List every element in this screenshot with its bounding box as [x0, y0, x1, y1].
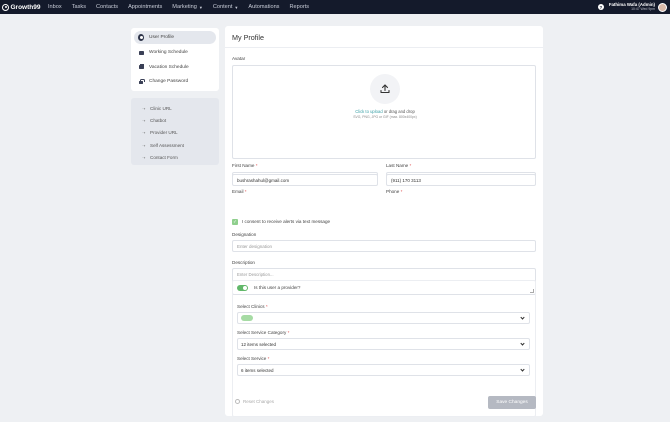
sidebar-item-label: Change Password [149, 79, 189, 85]
calendar-icon [138, 50, 144, 55]
sidebar-item-label: User Profile [149, 35, 175, 40]
user-info[interactable]: Fathima Wafa (Admin) 10:47 Wed 9pm [609, 2, 655, 12]
clinics-select[interactable] [237, 312, 530, 324]
nav-item-reports[interactable]: Reports [289, 4, 309, 10]
service-label: Select Service * [237, 356, 270, 361]
link-icon: ⇢ [142, 142, 146, 148]
sidebar-link-contact-form[interactable]: ⇢ Contact Form [134, 151, 216, 163]
upload-instructions: Click to upload or drag and drop [355, 109, 415, 114]
avatar-upload-dropzone[interactable]: Click to upload or drag and drop SVG, PN… [232, 65, 536, 159]
link-icon: ⇢ [142, 154, 146, 160]
consent-checkbox[interactable]: ✓ [232, 219, 238, 225]
nav-item-automations[interactable]: Automations [248, 4, 279, 10]
divider [225, 47, 543, 48]
nav-item-tasks[interactable]: Tasks [72, 4, 86, 10]
briefcase-icon [138, 63, 145, 70]
chevron-down-icon [520, 367, 525, 372]
app-name: Growth99 [10, 3, 41, 11]
nav-item-content[interactable]: Content ▼ [213, 4, 239, 10]
sidebar-item-label: Vacation Schedule [149, 64, 189, 70]
provider-toggle-label: Is this user a provider? [254, 285, 301, 290]
nav-item-marketing[interactable]: Marketing ▼ [172, 4, 203, 10]
help-icon[interactable]: ? [597, 4, 604, 10]
links-menu: ⇢ Clinic URL ⇢ Chatbot ⇢ Provider URL ⇢ Self… [131, 98, 219, 165]
sidebar-item-user-profile[interactable]: User Profile [134, 31, 216, 44]
upload-icon [370, 74, 400, 104]
link-icon: ⇢ [142, 130, 146, 136]
lock-icon [138, 78, 144, 84]
selected-clinic-chip[interactable] [241, 315, 253, 321]
user-time: 10:47 Wed 9pm [631, 6, 655, 11]
user-menu: ? Fathima Wafa (Admin) 10:47 Wed 9pm [597, 0, 667, 14]
sidebar-item-change-password[interactable]: Change Password [134, 75, 216, 90]
email-label: Email * [232, 189, 247, 194]
upload-hint: SVG, PNG, JPG or GIF (max. 800x400px) [353, 115, 417, 119]
avatar[interactable] [658, 2, 667, 12]
sidebar-link-clinic-url[interactable]: ⇢ Clinic URL [134, 102, 216, 114]
last-name-label: Last Name * [386, 163, 412, 168]
save-changes-button[interactable]: Save Changes [488, 396, 536, 409]
sidebar-item-label: Working Schedule [149, 50, 188, 56]
nav-item-appointments[interactable]: Appointments [128, 4, 162, 10]
consent-label: I consent to receive alerts via text mes… [242, 219, 331, 224]
sidebar-link-provider-url[interactable]: ⇢ Provider URL [134, 127, 216, 139]
profile-settings-menu: User Profile Working Schedule Vacation S… [131, 28, 219, 91]
link-icon: ⇢ [142, 105, 146, 111]
designation-field[interactable]: Enter designation [232, 240, 536, 252]
phone-field[interactable]: (911) 170 3113 [386, 174, 536, 186]
reset-changes-button[interactable]: Reset Changes [235, 399, 274, 404]
service-category-select[interactable]: 12 items selected [237, 338, 530, 350]
chevron-down-icon [520, 341, 525, 346]
app-logo[interactable]: Growth99 [2, 3, 42, 11]
service-category-label: Select Service Category * [237, 330, 290, 335]
profile-form-card: My Profile Avatar Click to upload or dra… [225, 26, 543, 417]
user-circle-icon [138, 34, 144, 41]
nav-item-contacts[interactable]: Contacts [96, 4, 118, 10]
email-field[interactable]: bushrashahul@gmail.com [232, 174, 378, 186]
designation-label: Designation [232, 232, 257, 237]
click-to-upload-link[interactable]: Click to upload [355, 109, 382, 114]
provider-toggle[interactable] [237, 285, 248, 291]
page-title: My Profile [232, 33, 264, 42]
nav-item-inbox[interactable]: Inbox [48, 4, 62, 10]
avatar-label: Avatar [232, 56, 246, 61]
sidebar-link-chatbot[interactable]: ⇢ Chatbot [134, 114, 216, 126]
reset-icon [235, 399, 240, 404]
top-navigation-bar: Growth99 Inbox Tasks Contacts Appointmen… [0, 0, 670, 14]
link-icon: ⇢ [142, 117, 146, 123]
logo-icon [2, 3, 9, 11]
sidebar-link-self-assessment[interactable]: ⇢ Self Assessment [134, 139, 216, 151]
description-label: Description [232, 260, 255, 265]
sidebar-item-working-schedule[interactable]: Working Schedule [134, 46, 216, 61]
sidebar-item-vacation-schedule[interactable]: Vacation Schedule [134, 60, 216, 75]
chevron-down-icon: ▼ [198, 4, 203, 10]
chevron-down-icon: ▼ [234, 4, 239, 10]
service-select[interactable]: 6 items selected [237, 364, 530, 376]
chevron-down-icon [520, 315, 525, 320]
phone-label: Phone * [386, 189, 403, 194]
clinics-label: Select Clinics * [237, 304, 268, 309]
first-name-label: First Name * [232, 163, 258, 168]
